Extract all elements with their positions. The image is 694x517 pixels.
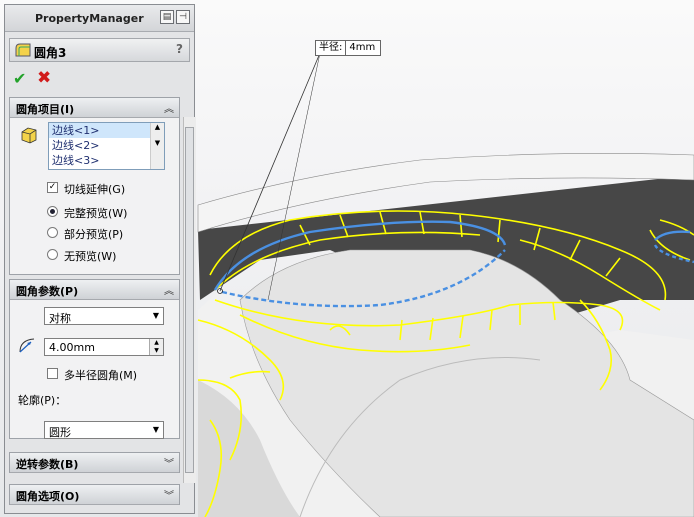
fillet-items-header[interactable]: 圆角项目(I) ︽ xyxy=(10,98,179,118)
callout-value[interactable]: 4mm xyxy=(345,41,380,55)
fillet-method-value: 对称 xyxy=(49,312,71,325)
fillet-method-select[interactable]: 对称 ▼ xyxy=(44,307,164,325)
pm-options-icon[interactable]: ▤ xyxy=(160,10,174,24)
expand-chevron-icon[interactable]: ︾ xyxy=(164,487,174,502)
collapse-chevron-icon[interactable]: ︽ xyxy=(164,282,174,297)
collapse-chevron-icon[interactable]: ︽ xyxy=(164,100,174,115)
expand-chevron-icon[interactable]: ︾ xyxy=(164,455,174,470)
fillet-params-title: 圆角参数(P) xyxy=(16,285,79,298)
profile-label: 轮廓(P)： xyxy=(18,394,67,407)
fillet-items-group: 圆角项目(I) ︽ 边线<1> 边线<2> 边线<3> ▲ ▼ ✓ 切线延伸(G)… xyxy=(9,97,180,275)
partial-preview-label: 部分预览(P) xyxy=(64,228,124,241)
help-icon[interactable]: ? xyxy=(176,42,183,56)
fillet-feature-icon xyxy=(15,43,31,57)
setback-params-group: 逆转参数(B) ︾ xyxy=(9,452,180,473)
edge-selection-icon xyxy=(21,127,37,144)
pin-icon[interactable]: ⊣ xyxy=(176,10,190,24)
no-preview-label: 无预览(W) xyxy=(64,250,117,263)
list-scrollbar[interactable]: ▲ ▼ xyxy=(150,123,164,169)
fillet-options-header[interactable]: 圆角选项(O) ︾ xyxy=(10,485,179,505)
radius-value: 4.00mm xyxy=(49,341,95,354)
radius-stepper[interactable]: ▲ ▼ xyxy=(149,339,163,355)
pm-scrollbar-thumb[interactable] xyxy=(185,127,194,473)
pm-header: PropertyManager ▤ ⊣ xyxy=(5,5,194,32)
profile-select[interactable]: 圆形 ▼ xyxy=(44,421,164,439)
full-preview-radio[interactable] xyxy=(47,206,58,217)
ok-button[interactable]: ✔ xyxy=(13,69,26,88)
fillet-options-title: 圆角选项(O) xyxy=(16,490,80,503)
tangent-propagation-checkbox[interactable]: ✓ xyxy=(47,182,58,193)
fillet-items-title: 圆角项目(I) xyxy=(16,103,75,116)
dropdown-arrow-icon: ▼ xyxy=(152,311,159,320)
profile-value: 圆形 xyxy=(49,426,71,439)
radius-input[interactable]: 4.00mm ▲ ▼ xyxy=(44,338,164,356)
cancel-button[interactable]: ✖ xyxy=(37,68,51,88)
no-preview-radio[interactable] xyxy=(47,249,58,260)
list-item[interactable]: 边线<2> xyxy=(49,138,164,153)
multi-radius-checkbox[interactable] xyxy=(47,368,58,379)
partial-preview-radio[interactable] xyxy=(47,227,58,238)
feature-name: 圆角3 xyxy=(34,46,67,60)
full-preview-label: 完整预览(W) xyxy=(64,207,128,220)
property-manager-panel: PropertyManager ▤ ⊣ 圆角3 ? ✔ ✖ 圆角项目(I) ︽ … xyxy=(4,4,196,514)
feature-title-bar: 圆角3 ? xyxy=(9,38,190,62)
setback-params-header[interactable]: 逆转参数(B) ︾ xyxy=(10,453,179,473)
radius-callout[interactable]: 半径: 4mm xyxy=(315,40,382,56)
fillet-params-header[interactable]: 圆角参数(P) ︽ xyxy=(10,280,179,300)
pm-scrollbar[interactable] xyxy=(183,117,196,483)
tangent-propagation-label: 切线延伸(G) xyxy=(64,183,126,196)
dropdown-arrow-icon: ▼ xyxy=(152,425,159,434)
fillet-options-group: 圆角选项(O) ︾ xyxy=(9,484,180,505)
list-item[interactable]: 边线<3> xyxy=(49,153,164,168)
fillet-params-group: 圆角参数(P) ︽ 对称 ▼ 4.00mm ▲ ▼ 多半径圆角(M) 轮廓(P)：… xyxy=(9,279,180,439)
multi-radius-label: 多半径圆角(M) xyxy=(64,369,138,382)
pm-title: PropertyManager xyxy=(35,12,144,25)
setback-params-title: 逆转参数(B) xyxy=(16,458,79,471)
edge-selection-list[interactable]: 边线<1> 边线<2> 边线<3> ▲ ▼ xyxy=(48,122,165,170)
list-item[interactable]: 边线<1> xyxy=(49,123,164,138)
callout-label: 半径: xyxy=(319,42,343,53)
radius-icon xyxy=(19,338,35,353)
